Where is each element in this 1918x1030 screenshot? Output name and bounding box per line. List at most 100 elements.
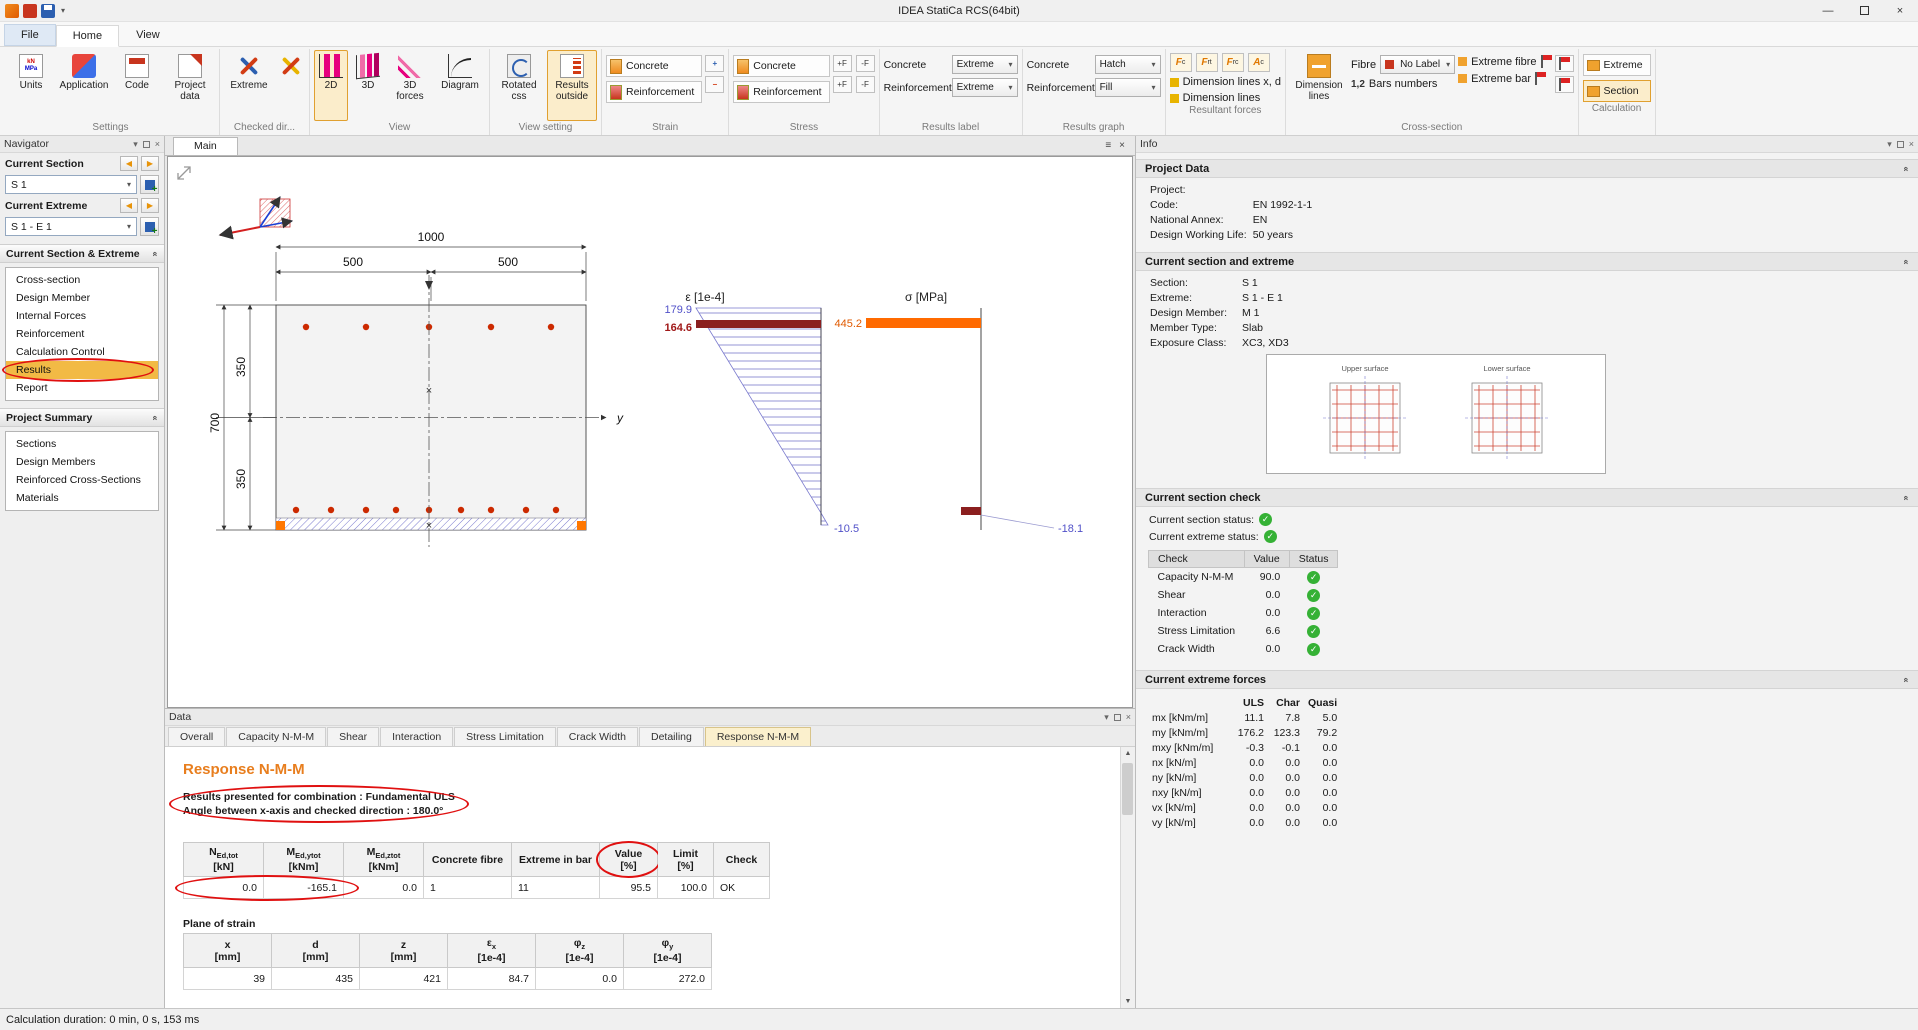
add-extreme-button[interactable] (140, 217, 159, 236)
panel-close-icon[interactable]: × (155, 139, 160, 149)
maximize-button[interactable] (1846, 0, 1882, 21)
project-data-button[interactable]: Project data (165, 50, 215, 121)
data-tab-response-n-m-m[interactable]: Response N-M-M (705, 727, 811, 746)
nav-item-results[interactable]: Results (6, 361, 158, 379)
panel-dropdown-icon[interactable]: ▾ (133, 139, 138, 150)
results-label-reinf-dropdown[interactable]: Extreme ▾ (952, 78, 1018, 97)
scroll-up-icon[interactable]: ▲ (1125, 750, 1132, 757)
nav-item-reinforced-cross-sections[interactable]: Reinforced Cross-Sections (6, 471, 158, 489)
flag-button-1[interactable] (1555, 55, 1574, 72)
data-tab-overall[interactable]: Overall (168, 727, 225, 746)
expand-icon[interactable] (178, 167, 190, 179)
data-scrollbar[interactable]: ▲ ▼ (1120, 747, 1135, 1008)
results-label-concrete-dropdown[interactable]: Extreme ▾ (952, 55, 1018, 74)
calculation-extreme-button[interactable]: Extreme (1583, 54, 1651, 76)
tab-menu-icon[interactable]: ≡ (1105, 140, 1111, 151)
data-tab-interaction[interactable]: Interaction (380, 727, 453, 746)
strain-option-add-button[interactable]: + (705, 55, 724, 72)
add-section-button[interactable] (140, 175, 159, 194)
view-3d-forces-button[interactable]: 3D forces (388, 50, 432, 121)
calculation-section-button[interactable]: Section (1583, 80, 1651, 102)
code-button[interactable]: Code (112, 50, 162, 121)
nav-item-materials[interactable]: Materials (6, 489, 158, 507)
tab-close-icon[interactable]: × (1119, 140, 1125, 151)
plane-of-strain-row[interactable]: 39 435 421 84.7 0.0 272.0 (184, 968, 712, 990)
dimension-lines-xd-toggle[interactable]: Dimension lines x, d (1170, 76, 1281, 88)
extreme-bar-toggle[interactable]: Extreme bar (1458, 72, 1551, 85)
data-tab-crack-width[interactable]: Crack Width (557, 727, 638, 746)
data-tab-detailing[interactable]: Detailing (639, 727, 704, 746)
strain-reinforcement-toggle[interactable]: Reinforcement (606, 81, 702, 103)
save-icon[interactable] (41, 4, 55, 18)
close-button[interactable]: × (1882, 0, 1918, 21)
scroll-down-icon[interactable]: ▼ (1125, 998, 1132, 1005)
strain-concrete-toggle[interactable]: Concrete (606, 55, 702, 77)
panel-pin-icon[interactable] (143, 141, 150, 148)
nav-item-design-members[interactable]: Design Members (6, 453, 158, 471)
nav-item-report[interactable]: Report (6, 379, 158, 397)
bars-numbers-toggle[interactable]: 1,2 Bars numbers (1351, 78, 1455, 90)
app-secondary-icon[interactable] (23, 4, 37, 18)
strain-option-remove-button[interactable]: − (705, 76, 724, 93)
fc-button[interactable]: Fc (1170, 53, 1192, 72)
panel-close-icon[interactable]: × (1909, 139, 1914, 149)
stress-concrete-toggle[interactable]: Concrete (733, 55, 829, 77)
drawing-canvas[interactable]: 1000 500 500 700 350 350 (167, 156, 1133, 708)
data-tab-stress-limitation[interactable]: Stress Limitation (454, 727, 556, 746)
application-button[interactable]: Application (59, 50, 109, 121)
stress-minus-f-button-2[interactable]: -F (856, 76, 875, 93)
stress-plus-f-button[interactable]: +F (833, 55, 852, 72)
panel-pin-icon[interactable] (1114, 714, 1121, 721)
section-back-button[interactable]: ◀ (120, 156, 138, 171)
extreme-forces-section-header[interactable]: Current extreme forces « (1136, 670, 1918, 689)
nav-item-calculation-control[interactable]: Calculation Control (6, 343, 158, 361)
app-icon[interactable] (5, 4, 19, 18)
frt-button[interactable]: Frt (1196, 53, 1218, 72)
section-forward-button[interactable]: ▶ (141, 156, 159, 171)
nav-section-header-project-summary[interactable]: Project Summary« (0, 408, 164, 427)
nav-section-header-current-section-extreme[interactable]: Current Section & Extreme« (0, 244, 164, 263)
nav-item-design-member[interactable]: Design Member (6, 289, 158, 307)
stress-minus-f-button[interactable]: -F (856, 55, 875, 72)
cs-dimension-lines-button[interactable]: Dimension lines (1290, 50, 1348, 121)
stress-reinforcement-toggle[interactable]: Reinforcement (733, 81, 829, 103)
results-outside-button[interactable]: Results outside (547, 50, 597, 121)
extreme-fibre-toggle[interactable]: Extreme fibre (1458, 55, 1551, 68)
view-3d-button[interactable]: 3D (351, 50, 385, 121)
rotated-css-button[interactable]: Rotated css (494, 50, 544, 121)
data-tab-capacity-n-m-m[interactable]: Capacity N-M-M (226, 727, 326, 746)
section-check-section-header[interactable]: Current section check « (1136, 488, 1918, 507)
menu-tab-home[interactable]: Home (56, 25, 119, 47)
ac-button[interactable]: Ac (1248, 53, 1270, 72)
nav-item-sections[interactable]: Sections (6, 435, 158, 453)
menu-tab-file[interactable]: File (4, 24, 56, 46)
nav-item-reinforcement[interactable]: Reinforcement (6, 325, 158, 343)
view-2d-button[interactable]: 2D (314, 50, 348, 121)
current-section-select[interactable]: S 1 ▾ (5, 175, 137, 194)
extreme-back-button[interactable]: ◀ (120, 198, 138, 213)
results-graph-concrete-dropdown[interactable]: Hatch ▾ (1095, 55, 1161, 74)
view-diagram-button[interactable]: Diagram (435, 50, 485, 121)
scroll-thumb[interactable] (1122, 763, 1133, 815)
frc-button[interactable]: Frc (1222, 53, 1244, 72)
results-graph-reinf-dropdown[interactable]: Fill ▾ (1095, 78, 1161, 97)
menu-tab-view[interactable]: View (119, 24, 177, 46)
minimize-button[interactable]: — (1810, 0, 1846, 21)
panel-dropdown-icon[interactable]: ▾ (1104, 712, 1109, 723)
data-tab-shear[interactable]: Shear (327, 727, 379, 746)
flag-button-2[interactable] (1555, 76, 1574, 93)
panel-close-icon[interactable]: × (1126, 712, 1131, 722)
stress-plus-f-button-2[interactable]: +F (833, 76, 852, 93)
nav-item-cross-section[interactable]: Cross-section (6, 271, 158, 289)
quick-access-dropdown-icon[interactable]: ▾ (59, 6, 67, 15)
direction-extra-button[interactable] (277, 50, 305, 121)
nav-item-internal-forces[interactable]: Internal Forces (6, 307, 158, 325)
project-data-section-header[interactable]: Project Data « (1136, 159, 1918, 178)
section-extreme-section-header[interactable]: Current section and extreme « (1136, 252, 1918, 271)
dimension-lines-toggle[interactable]: Dimension lines (1170, 92, 1281, 104)
units-button[interactable]: kNMPa Units (6, 50, 56, 121)
tab-main[interactable]: Main (173, 137, 238, 155)
panel-pin-icon[interactable] (1897, 141, 1904, 148)
current-extreme-select[interactable]: S 1 - E 1 ▾ (5, 217, 137, 236)
extreme-forward-button[interactable]: ▶ (141, 198, 159, 213)
